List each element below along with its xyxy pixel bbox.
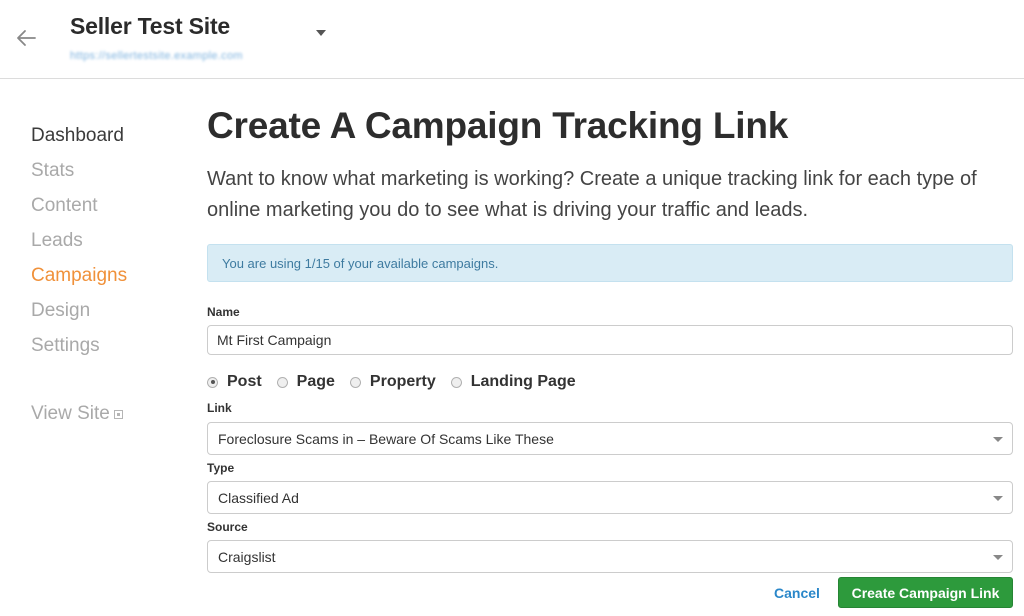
name-label: Name <box>207 305 240 319</box>
link-select[interactable]: Foreclosure Scams in – Beware Of Scams L… <box>207 422 1013 455</box>
source-select[interactable]: Craigslist <box>207 540 1013 573</box>
sidebar-item-dashboard[interactable]: Dashboard <box>31 118 181 153</box>
source-label: Source <box>207 520 248 534</box>
campaign-usage-alert: You are using 1/15 of your available cam… <box>207 244 1013 282</box>
caret-down-icon <box>993 496 1003 501</box>
sidebar-item-design[interactable]: Design <box>31 293 181 328</box>
top-header: Seller Test Site https://sellertestsite.… <box>0 0 1024 79</box>
content-type-radio-group: Post Page Property Landing Page <box>207 372 591 392</box>
sidebar-item-content[interactable]: Content <box>31 188 181 223</box>
type-select[interactable]: Classified Ad <box>207 481 1013 514</box>
sidebar-item-leads[interactable]: Leads <box>31 223 181 258</box>
caret-down-icon <box>993 437 1003 442</box>
radio-label-page: Page <box>296 373 335 390</box>
sidebar-item-settings[interactable]: Settings <box>31 328 181 363</box>
type-select-value: Classified Ad <box>218 489 299 506</box>
radio-unchecked-icon <box>349 376 361 388</box>
view-site-label: View Site <box>31 403 110 424</box>
page-description: Want to know what marketing is working? … <box>207 168 977 221</box>
radio-property[interactable]: Property <box>349 373 436 391</box>
type-label: Type <box>207 461 235 475</box>
cancel-button[interactable]: Cancel <box>774 585 820 601</box>
radio-checked-icon <box>207 376 218 388</box>
sidebar-item-campaigns[interactable]: Campaigns <box>31 258 181 293</box>
radio-unchecked-icon <box>276 376 288 388</box>
sidebar-item-stats[interactable]: Stats <box>31 153 181 188</box>
link-select-value: Foreclosure Scams in – Beware Of Scams L… <box>218 430 554 447</box>
radio-label-post: Post <box>227 373 262 390</box>
site-title: Seller Test Site <box>70 13 231 39</box>
create-campaign-link-button[interactable]: Create Campaign Link <box>838 577 1013 608</box>
radio-page[interactable]: Page <box>276 373 335 391</box>
radio-label-landing-page: Landing Page <box>470 373 576 390</box>
radio-post[interactable]: Post <box>207 373 262 391</box>
caret-down-icon <box>993 555 1003 560</box>
link-label: Link <box>207 401 232 415</box>
back-arrow-icon[interactable] <box>14 26 38 50</box>
external-link-icon <box>113 410 123 419</box>
radio-unchecked-icon <box>450 376 462 388</box>
radio-landing-page[interactable]: Landing Page <box>450 373 576 391</box>
campaign-name-input[interactable] <box>207 325 1013 355</box>
radio-label-property: Property <box>369 373 436 390</box>
chevron-down-icon[interactable] <box>312 24 330 42</box>
page-title: Create A Campaign Tracking Link <box>207 105 789 146</box>
view-site-link[interactable]: View Site <box>31 403 123 425</box>
sidebar-nav: Dashboard Stats Content Leads Campaigns … <box>31 118 181 363</box>
site-url[interactable]: https://sellertestsite.example.com <box>70 50 243 62</box>
source-select-value: Craigslist <box>218 548 276 565</box>
